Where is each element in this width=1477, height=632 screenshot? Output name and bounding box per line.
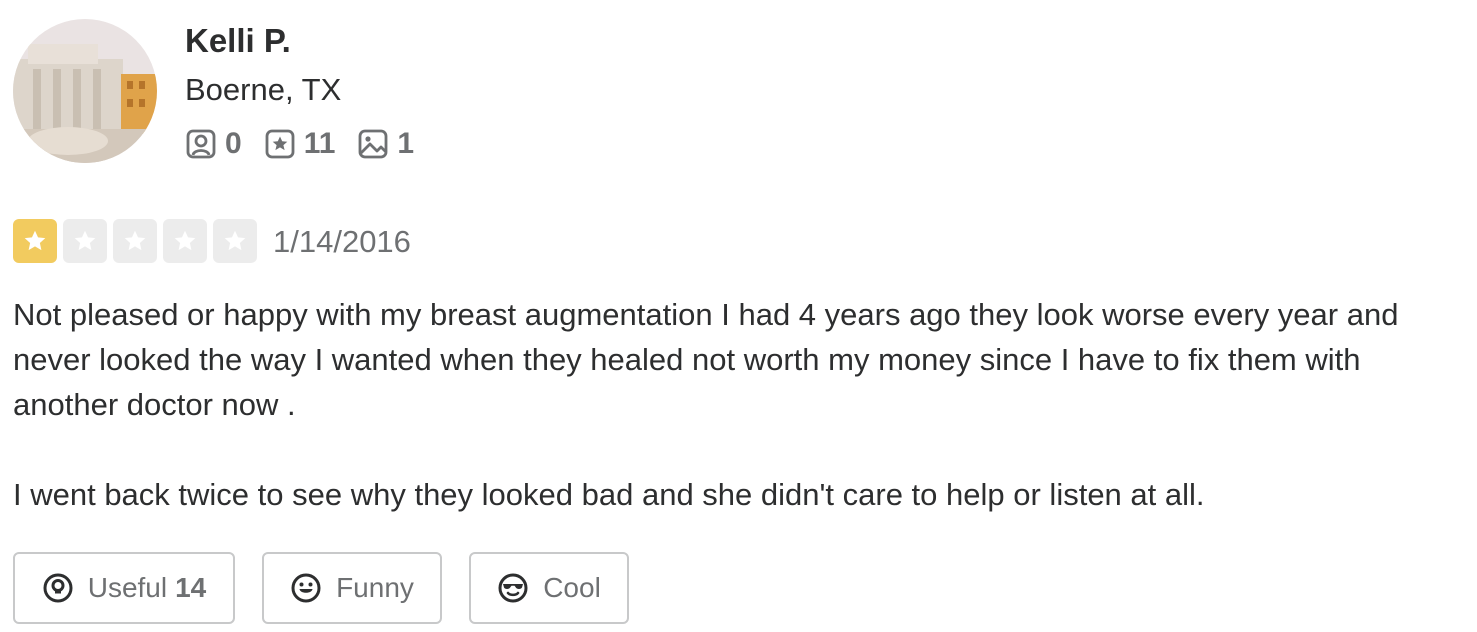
star-icon [74, 230, 96, 251]
star-icon [24, 230, 46, 251]
star-empty [163, 219, 207, 263]
star-icon [124, 230, 146, 251]
review-text: Not pleased or happy with my breast augm… [13, 292, 1473, 517]
friends-count: 0 [225, 127, 242, 160]
user-stats: 0 11 1 [185, 126, 436, 162]
cool-button[interactable]: Cool [469, 552, 629, 624]
user-name[interactable]: Kelli P. [185, 22, 291, 60]
lightbulb-icon [43, 573, 73, 603]
avatar-photo [13, 19, 157, 163]
reviews-stat: 11 [264, 127, 336, 161]
user-location: Boerne, TX [185, 72, 342, 107]
laughing-face-icon [291, 573, 321, 603]
useful-count: 14 [175, 572, 207, 603]
sunglasses-face-icon [498, 573, 528, 603]
photos-count: 1 [397, 127, 415, 160]
cool-label: Cool [543, 572, 601, 603]
star-icon [224, 230, 246, 251]
funny-label: Funny [336, 572, 414, 603]
useful-label: Useful [87, 572, 168, 603]
useful-button[interactable]: Useful 14 [13, 552, 235, 624]
star-filled [13, 219, 57, 263]
star-frame-icon [265, 129, 295, 159]
star-empty [113, 219, 157, 263]
user-avatar[interactable] [13, 19, 157, 163]
funny-button[interactable]: Funny [262, 552, 442, 624]
photo-icon [359, 129, 388, 159]
star-empty [63, 219, 107, 263]
reviews-count: 11 [303, 127, 336, 160]
photos-stat: 1 [357, 127, 414, 161]
star-rating [13, 219, 263, 263]
friends-stat: 0 [185, 127, 242, 161]
review-paragraph: I went back twice to see why they looked… [13, 477, 1205, 512]
review-date: 1/14/2016 [273, 224, 411, 259]
user-frame-icon [186, 129, 216, 159]
review-paragraph: Not pleased or happy with my breast augm… [13, 297, 1399, 422]
star-empty [213, 219, 257, 263]
star-icon [174, 230, 196, 251]
